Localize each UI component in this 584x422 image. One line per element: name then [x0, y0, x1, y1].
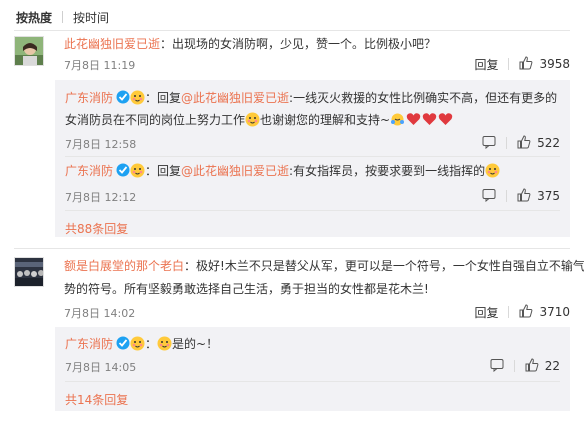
- comment-text-line-2: 势的符号。所有坚毅勇敢选择自己生活，勇于担当的女性都是花木兰!: [64, 279, 429, 300]
- action-separator: [508, 306, 510, 318]
- reply-button[interactable]: 回复: [474, 304, 498, 321]
- heart-icon: [422, 113, 437, 125]
- reply-icon[interactable]: [482, 188, 496, 205]
- thumb-up-icon[interactable]: [519, 55, 533, 73]
- divider: [65, 210, 560, 211]
- reply-content: 是的~！: [172, 337, 219, 351]
- reply-prefix: ：: [145, 337, 158, 351]
- comment-time: 7月8日 11:19: [64, 59, 136, 72]
- mention-link[interactable]: @此花幽独旧爱已逝: [181, 164, 289, 178]
- reply-time: 7月8日 12:12: [65, 191, 137, 204]
- avatar[interactable]: [14, 36, 44, 66]
- reply-icon[interactable]: [482, 135, 496, 152]
- verified-badge-icon: [116, 163, 130, 177]
- verified-badge-icon: [116, 90, 130, 104]
- verified-badge-icon: [116, 336, 130, 350]
- reply-username[interactable]: 广东消防: [65, 164, 113, 178]
- comment-content: 出现场的女消防啊，少见，赞一个。比例极小吧？: [172, 37, 437, 51]
- action-separator: [506, 137, 508, 149]
- comment-username[interactable]: 额是白展堂的那个老白: [64, 259, 184, 273]
- comment-separator: ：: [184, 259, 197, 273]
- comment-actions: 回复 3710: [474, 303, 570, 321]
- emoji-face-icon: [245, 112, 260, 127]
- divider: [65, 381, 560, 382]
- thumb-up-icon[interactable]: [519, 303, 533, 321]
- reply-text: 广东消防 ： 是的~！: [65, 334, 218, 355]
- hug-emoji-icon: [391, 113, 405, 126]
- reply-actions: 522: [482, 134, 560, 152]
- comment-text: 此花幽独旧爱已逝：出现场的女消防啊，少见，赞一个。比例极小吧？: [64, 34, 436, 55]
- sort-bar: 按热度 按时间: [16, 9, 109, 25]
- reply-content: :一线灭火救援的女性比例确实不高，但还有更多的: [289, 91, 558, 105]
- mention-link[interactable]: @此花幽独旧爱已逝: [181, 91, 289, 105]
- more-replies-link[interactable]: 共88条回复: [65, 220, 128, 237]
- reply-content: :有女指挥员，按要求要到一线指挥的: [289, 164, 486, 178]
- reply-prefix: ：回复: [145, 91, 182, 105]
- comment-content: 极好!木兰不只是替父从军，更可以是一个符号，一个女性自强自立不输气: [196, 259, 584, 273]
- reply-actions: 22: [490, 357, 560, 375]
- thumb-up-icon[interactable]: [517, 187, 531, 205]
- emoji-face-icon: [485, 163, 500, 178]
- divider: [65, 156, 560, 157]
- comment-content: 势的符号。所有坚毅勇敢选择自己生活，勇于担当的女性都是花木兰!: [64, 282, 429, 296]
- like-count: 3710: [539, 305, 570, 319]
- action-separator: [508, 58, 510, 70]
- sort-by-hot-tab[interactable]: 按热度: [16, 9, 52, 26]
- reply-time: 7月8日 14:05: [65, 361, 137, 374]
- reply-button[interactable]: 回复: [474, 56, 498, 73]
- comment-time: 7月8日 14:02: [64, 307, 136, 320]
- sort-by-time-tab[interactable]: 按时间: [73, 9, 109, 26]
- like-count: 22: [544, 359, 560, 373]
- avatar[interactable]: [14, 257, 44, 287]
- action-separator: [513, 360, 515, 372]
- like-count: 522: [537, 136, 560, 150]
- like-count: 3958: [539, 57, 570, 71]
- reply-username[interactable]: 广东消防: [65, 337, 113, 351]
- divider: [14, 30, 570, 31]
- thumb-up-icon[interactable]: [525, 357, 539, 375]
- reply-content: 女消防员在不同的岗位上努力工作: [65, 113, 246, 127]
- heart-icon: [406, 113, 421, 125]
- thumb-up-icon[interactable]: [517, 134, 531, 152]
- comment-actions: 回复 3958: [474, 55, 570, 73]
- reply-content: 也谢谢您的理解和支持~: [260, 113, 391, 127]
- reply-text: 广东消防 ：回复@此花幽独旧爱已逝:一线灭火救援的女性比例确实不高，但还有更多的: [65, 88, 557, 109]
- reply-text-line-2: 女消防员在不同的岗位上努力工作 也谢谢您的理解和支持~: [65, 110, 453, 131]
- reply-username[interactable]: 广东消防: [65, 91, 113, 105]
- reply-time: 7月8日 12:58: [65, 138, 137, 151]
- like-count: 375: [537, 189, 560, 203]
- comment-separator: ：: [160, 37, 173, 51]
- sort-separator: [62, 11, 64, 23]
- emoji-face-icon: [130, 336, 145, 351]
- emoji-face-icon: [130, 163, 145, 178]
- comment-text: 额是白展堂的那个老白：极好!木兰不只是替父从军，更可以是一个符号，一个女性自强自…: [64, 256, 584, 277]
- reply-actions: 375: [482, 187, 560, 205]
- more-replies-link[interactable]: 共14条回复: [65, 391, 128, 408]
- reply-text: 广东消防 ：回复@此花幽独旧爱已逝:有女指挥员，按要求要到一线指挥的: [65, 161, 500, 182]
- emoji-face-icon: [130, 90, 145, 105]
- reply-icon[interactable]: [490, 358, 504, 375]
- reply-prefix: ：回复: [145, 164, 182, 178]
- emoji-face-icon: [157, 336, 172, 351]
- action-separator: [506, 190, 508, 202]
- divider: [14, 248, 570, 249]
- heart-icon: [438, 113, 453, 125]
- comment-username[interactable]: 此花幽独旧爱已逝: [64, 37, 160, 51]
